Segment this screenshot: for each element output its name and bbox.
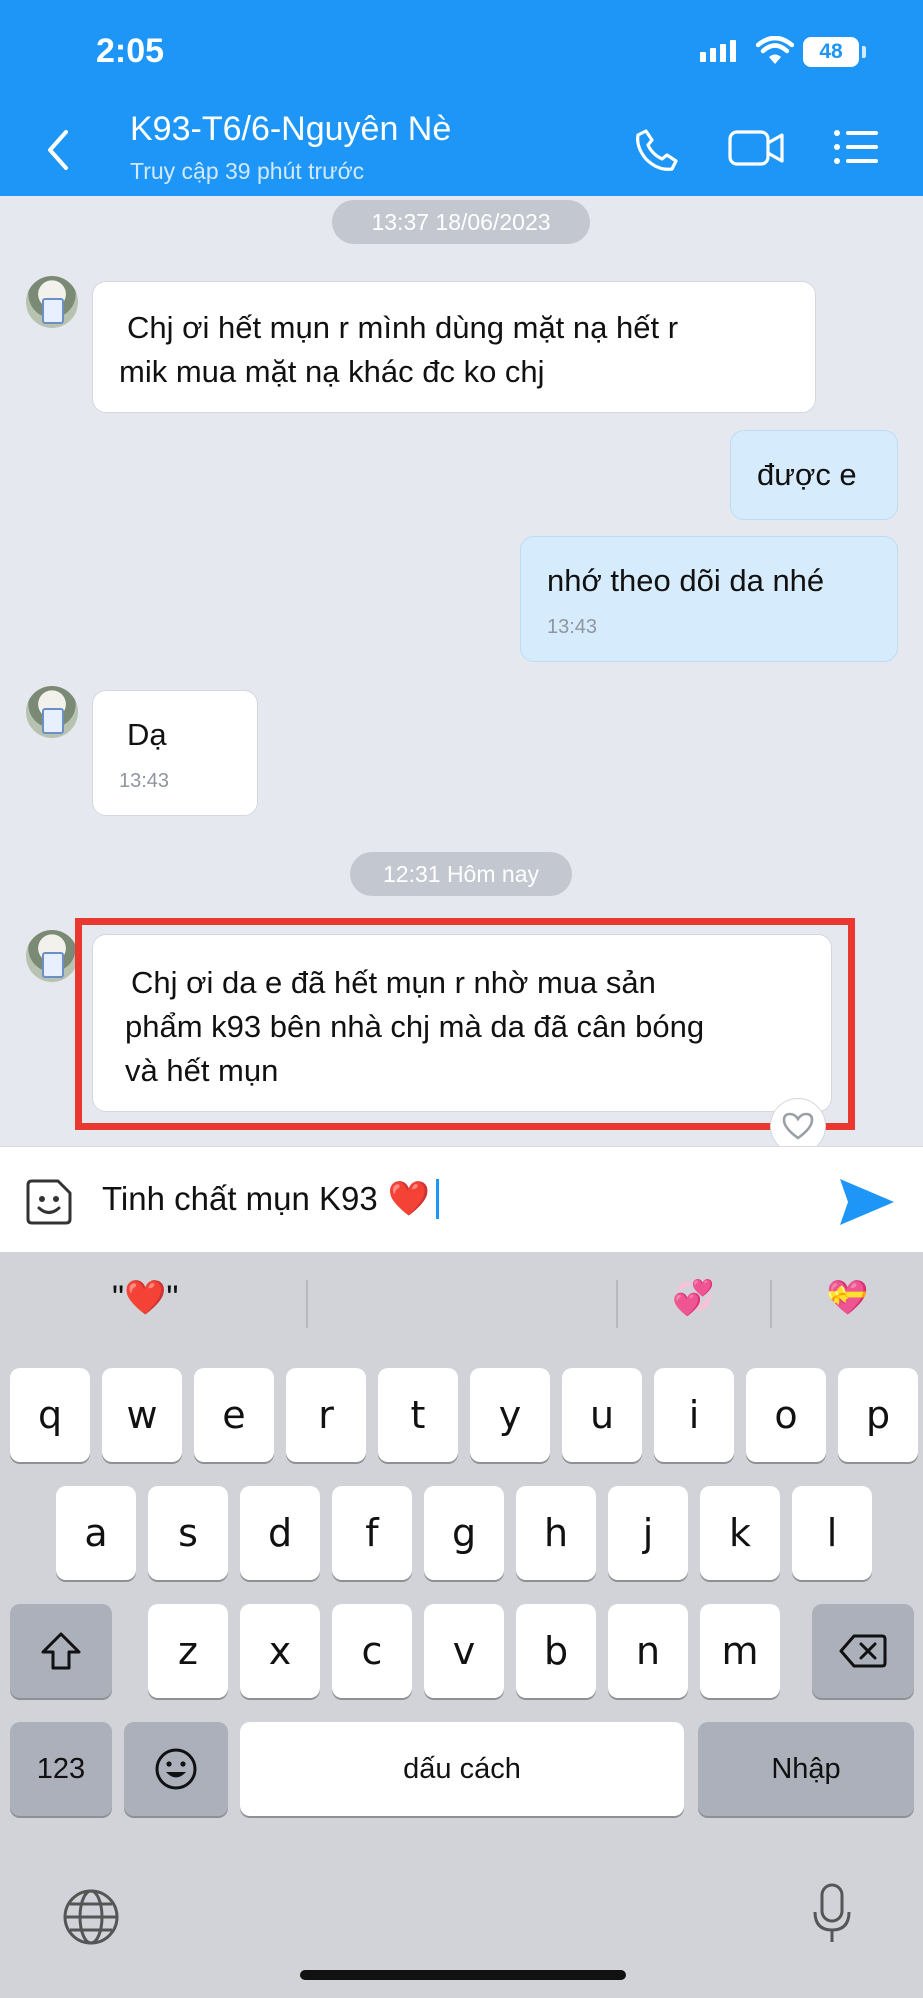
- key-h[interactable]: h: [516, 1486, 596, 1580]
- suggestion-heart[interactable]: "❤️": [112, 1278, 178, 1318]
- text-cursor: [436, 1179, 440, 1219]
- menu-list-icon[interactable]: [832, 127, 880, 167]
- key-s[interactable]: s: [148, 1486, 228, 1580]
- key-b[interactable]: b: [516, 1604, 596, 1698]
- heart-emoji: ❤️: [387, 1180, 431, 1218]
- message-bubble-received[interactable]: Chj ơi hết mụn r mình dùng mặt nạ hết r …: [92, 281, 816, 413]
- key-u[interactable]: u: [562, 1368, 642, 1462]
- status-time: 2:05: [96, 32, 165, 70]
- send-icon[interactable]: [836, 1175, 898, 1229]
- home-indicator: [300, 1970, 626, 1980]
- message-bubble-sent[interactable]: nhớ theo dõi da nhé 13:43: [520, 536, 898, 662]
- suggestion-bar: "❤️" 💞 💝: [0, 1252, 923, 1356]
- suggestion-divider: [616, 1280, 618, 1328]
- key-z[interactable]: z: [148, 1604, 228, 1698]
- suggestion-gift-heart[interactable]: 💝: [826, 1278, 868, 1318]
- message-time: 13:43: [547, 616, 598, 638]
- shift-arrow-icon: [41, 1632, 81, 1670]
- key-m[interactable]: m: [700, 1604, 780, 1698]
- conversation-title[interactable]: K93-T6/6-Nguyên Nè: [130, 110, 451, 149]
- on-screen-keyboard: "❤️" 💞 💝 q w e r t y u i o p a s d f g h…: [0, 1252, 923, 1998]
- key-v[interactable]: v: [424, 1604, 504, 1698]
- message-time: 13:43: [119, 770, 170, 792]
- message-text: Dạ: [127, 717, 167, 752]
- video-call-icon[interactable]: [728, 128, 786, 168]
- key-x[interactable]: x: [240, 1604, 320, 1698]
- key-n[interactable]: n: [608, 1604, 688, 1698]
- suggestion-two-hearts[interactable]: 💞: [672, 1278, 714, 1318]
- cellular-signal-icon: [700, 40, 736, 62]
- space-key[interactable]: dấu cách: [240, 1722, 684, 1816]
- key-t[interactable]: t: [378, 1368, 458, 1462]
- message-input-text: Tinh chất mụn K93: [102, 1180, 378, 1217]
- key-g[interactable]: g: [424, 1486, 504, 1580]
- message-input[interactable]: Tinh chất mụn K93 ❤️: [102, 1179, 440, 1219]
- key-k[interactable]: k: [700, 1486, 780, 1580]
- message-text: mik mua mặt nạ khác đc ko chj: [119, 354, 545, 389]
- composer-bar: Tinh chất mụn K93 ❤️: [0, 1146, 923, 1252]
- chat-header: 2:05 48 K93-T6/6-Nguyên Nè Truy cập 39 p…: [0, 0, 923, 196]
- key-i[interactable]: i: [654, 1368, 734, 1462]
- key-y[interactable]: y: [470, 1368, 550, 1462]
- backspace-icon: [839, 1634, 887, 1668]
- battery-level: 48: [819, 40, 843, 63]
- back-arrow-icon[interactable]: [44, 128, 70, 172]
- backspace-key[interactable]: [812, 1604, 914, 1698]
- suggestion-divider: [770, 1280, 772, 1328]
- key-l[interactable]: l: [792, 1486, 872, 1580]
- message-bubble-sent[interactable]: được e: [730, 430, 898, 520]
- highlight-annotation-box: [75, 918, 855, 1130]
- date-separator: 13:37 18/06/2023: [332, 200, 590, 244]
- key-f[interactable]: f: [332, 1486, 412, 1580]
- message-bubble-received[interactable]: Dạ 13:43: [92, 690, 258, 816]
- key-q[interactable]: q: [10, 1368, 90, 1462]
- battery-icon: 48: [803, 37, 859, 67]
- heart-outline-icon: [782, 1112, 814, 1140]
- message-text: được e: [757, 457, 857, 492]
- smiley-icon: [155, 1748, 197, 1790]
- date-separator: 12:31 Hôm nay: [350, 852, 572, 896]
- avatar[interactable]: [26, 276, 78, 328]
- emoji-key[interactable]: [124, 1722, 228, 1816]
- globe-icon[interactable]: [62, 1888, 120, 1946]
- suggestion-divider: [306, 1280, 308, 1328]
- return-key[interactable]: Nhập: [698, 1722, 914, 1816]
- numbers-key[interactable]: 123: [10, 1722, 112, 1816]
- last-seen-status: Truy cập 39 phút trước: [130, 158, 365, 184]
- key-o[interactable]: o: [746, 1368, 826, 1462]
- key-p[interactable]: p: [838, 1368, 918, 1462]
- sticker-emoji-icon[interactable]: [24, 1177, 74, 1227]
- shift-key[interactable]: [10, 1604, 112, 1698]
- key-c[interactable]: c: [332, 1604, 412, 1698]
- key-a[interactable]: a: [56, 1486, 136, 1580]
- key-j[interactable]: j: [608, 1486, 688, 1580]
- wifi-icon: [756, 36, 794, 64]
- key-w[interactable]: w: [102, 1368, 182, 1462]
- key-d[interactable]: d: [240, 1486, 320, 1580]
- avatar[interactable]: [26, 686, 78, 738]
- key-r[interactable]: r: [286, 1368, 366, 1462]
- battery-tip: [862, 46, 866, 58]
- avatar[interactable]: [26, 930, 78, 982]
- message-text: Chj ơi hết mụn r mình dùng mặt nạ hết r: [127, 310, 679, 345]
- message-text: nhớ theo dõi da nhé: [547, 563, 825, 598]
- key-e[interactable]: e: [194, 1368, 274, 1462]
- microphone-icon[interactable]: [812, 1882, 852, 1946]
- phone-call-icon[interactable]: [634, 127, 680, 173]
